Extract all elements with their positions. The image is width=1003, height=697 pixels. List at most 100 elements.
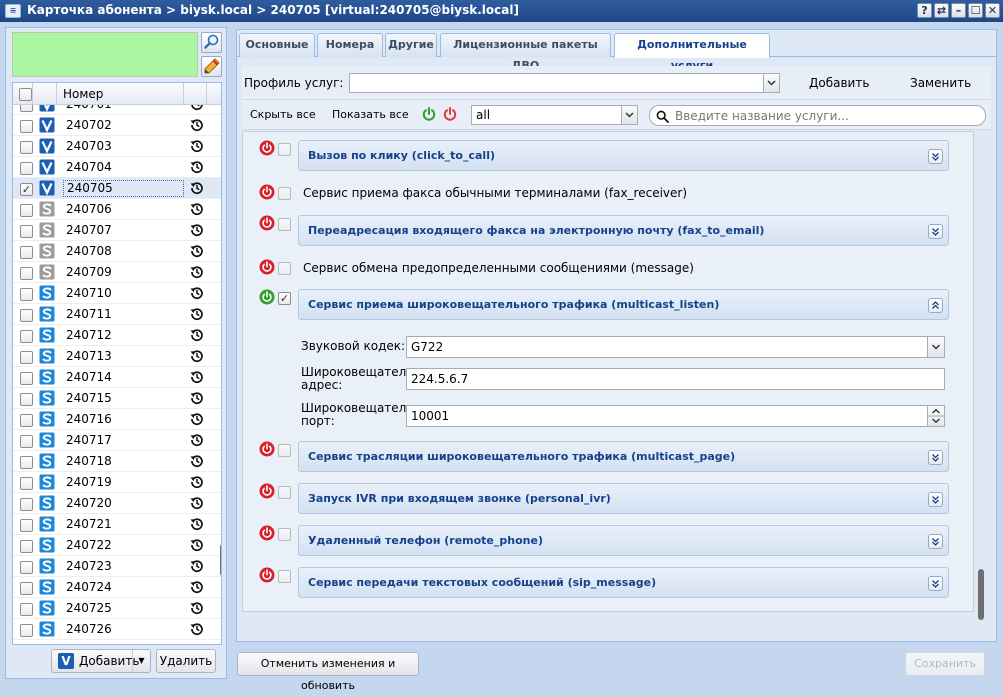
- expand-icon[interactable]: [928, 492, 943, 507]
- service-checkbox[interactable]: [278, 486, 291, 499]
- table-row[interactable]: 240721: [13, 514, 221, 535]
- tab-license-packages[interactable]: Лицензионные пакеты ДВО: [440, 33, 611, 72]
- history-icon[interactable]: [190, 496, 204, 510]
- address-field[interactable]: 224.5.6.7: [406, 368, 945, 390]
- history-icon[interactable]: [190, 538, 204, 552]
- service-checkbox[interactable]: [278, 570, 291, 583]
- row-checkbox[interactable]: [20, 351, 33, 364]
- table-row[interactable]: 240726: [13, 619, 221, 640]
- history-icon[interactable]: [190, 223, 204, 237]
- switch-button[interactable]: ⇄: [934, 3, 949, 18]
- state-filter-combo[interactable]: all: [471, 105, 638, 125]
- row-checkbox[interactable]: [20, 309, 33, 322]
- table-row[interactable]: 240707: [13, 220, 221, 241]
- row-checkbox[interactable]: [20, 225, 33, 238]
- service-checkbox[interactable]: [278, 187, 291, 200]
- select-all-checkbox[interactable]: [19, 88, 32, 101]
- history-icon[interactable]: [190, 370, 204, 384]
- search-button[interactable]: [201, 32, 222, 53]
- row-checkbox[interactable]: [20, 414, 33, 427]
- power-off-icon[interactable]: [259, 215, 275, 231]
- port-stepper[interactable]: [927, 406, 944, 426]
- history-icon[interactable]: [190, 307, 204, 321]
- expand-icon[interactable]: [928, 450, 943, 465]
- row-checkbox[interactable]: [20, 267, 33, 280]
- table-row[interactable]: 240706: [13, 199, 221, 220]
- power-off-icon[interactable]: [259, 441, 275, 457]
- collapse-icon[interactable]: [928, 298, 943, 313]
- power-off-icon[interactable]: [259, 525, 275, 541]
- service-header[interactable]: Переадресация входящего факса на электро…: [298, 215, 949, 246]
- table-row[interactable]: 240709: [13, 262, 221, 283]
- expand-icon[interactable]: [928, 534, 943, 549]
- row-checkbox[interactable]: [20, 372, 33, 385]
- history-icon[interactable]: [190, 118, 204, 132]
- history-icon[interactable]: [190, 139, 204, 153]
- service-header[interactable]: Удаленный телефон (remote_phone): [298, 525, 949, 556]
- row-checkbox[interactable]: [20, 519, 33, 532]
- service-header[interactable]: Запуск IVR при входящем звонке (personal…: [298, 483, 949, 514]
- row-checkbox[interactable]: [20, 120, 33, 133]
- row-checkbox[interactable]: [20, 582, 33, 595]
- delete-subscriber-button[interactable]: Удалить: [156, 649, 216, 673]
- table-row[interactable]: 240718: [13, 451, 221, 472]
- history-icon[interactable]: [190, 160, 204, 174]
- service-checkbox[interactable]: [278, 143, 291, 156]
- table-row[interactable]: 240712: [13, 325, 221, 346]
- close-button[interactable]: ✕: [985, 3, 1000, 18]
- cancel-refresh-button[interactable]: Отменить изменения и обновить: [237, 652, 419, 692]
- history-icon[interactable]: [190, 105, 204, 111]
- row-checkbox[interactable]: [20, 540, 33, 553]
- expand-icon[interactable]: [928, 576, 943, 591]
- row-checkbox[interactable]: [20, 561, 33, 574]
- history-icon[interactable]: [190, 202, 204, 216]
- table-row[interactable]: 240708: [13, 241, 221, 262]
- codec-combo[interactable]: G722: [406, 336, 945, 358]
- power-on-filter-icon[interactable]: [421, 106, 437, 122]
- table-row[interactable]: ✓ 240705: [13, 178, 221, 199]
- service-header[interactable]: Сервис приема широковещательного трафика…: [298, 289, 949, 320]
- minimize-button[interactable]: –: [951, 3, 966, 18]
- row-checkbox[interactable]: [20, 162, 33, 175]
- power-off-icon[interactable]: [259, 483, 275, 499]
- service-checkbox[interactable]: [278, 528, 291, 541]
- chevron-down-icon[interactable]: [621, 106, 637, 124]
- table-row[interactable]: 240720: [13, 493, 221, 514]
- row-checkbox[interactable]: [20, 477, 33, 490]
- row-checkbox[interactable]: [20, 288, 33, 301]
- table-row[interactable]: 240719: [13, 472, 221, 493]
- tab-basic[interactable]: Основные: [239, 33, 315, 57]
- table-row[interactable]: 240717: [13, 430, 221, 451]
- table-row[interactable]: 240701: [13, 105, 221, 115]
- profile-combo[interactable]: [349, 73, 780, 93]
- history-icon[interactable]: [190, 475, 204, 489]
- service-search-input[interactable]: [673, 107, 973, 124]
- table-row[interactable]: 240715: [13, 388, 221, 409]
- chevron-down-icon[interactable]: ▼: [132, 650, 150, 672]
- tab-numbers[interactable]: Номера: [317, 33, 383, 57]
- add-subscriber-button[interactable]: V Добавить ▼: [51, 649, 151, 673]
- row-checkbox[interactable]: [20, 204, 33, 217]
- table-row[interactable]: 240704: [13, 157, 221, 178]
- tab-additional-services[interactable]: Дополнительные услуги: [614, 33, 770, 72]
- table-row[interactable]: 240702: [13, 115, 221, 136]
- expand-icon[interactable]: [928, 149, 943, 164]
- history-icon[interactable]: [190, 601, 204, 615]
- table-row[interactable]: 240713: [13, 346, 221, 367]
- row-checkbox[interactable]: [20, 498, 33, 511]
- history-icon[interactable]: [190, 328, 204, 342]
- history-icon[interactable]: [190, 622, 204, 636]
- history-icon[interactable]: [190, 244, 204, 258]
- table-row[interactable]: 240710: [13, 283, 221, 304]
- expand-icon[interactable]: [928, 224, 943, 239]
- history-icon[interactable]: [190, 391, 204, 405]
- table-row[interactable]: 240711: [13, 304, 221, 325]
- row-checkbox[interactable]: [20, 393, 33, 406]
- power-off-icon[interactable]: [259, 140, 275, 156]
- service-checkbox[interactable]: [278, 444, 291, 457]
- save-button[interactable]: Сохранить: [905, 652, 985, 676]
- table-row[interactable]: 240714: [13, 367, 221, 388]
- row-checkbox[interactable]: [20, 603, 33, 616]
- history-icon[interactable]: [190, 349, 204, 363]
- hide-all-button[interactable]: Скрыть все: [250, 108, 316, 121]
